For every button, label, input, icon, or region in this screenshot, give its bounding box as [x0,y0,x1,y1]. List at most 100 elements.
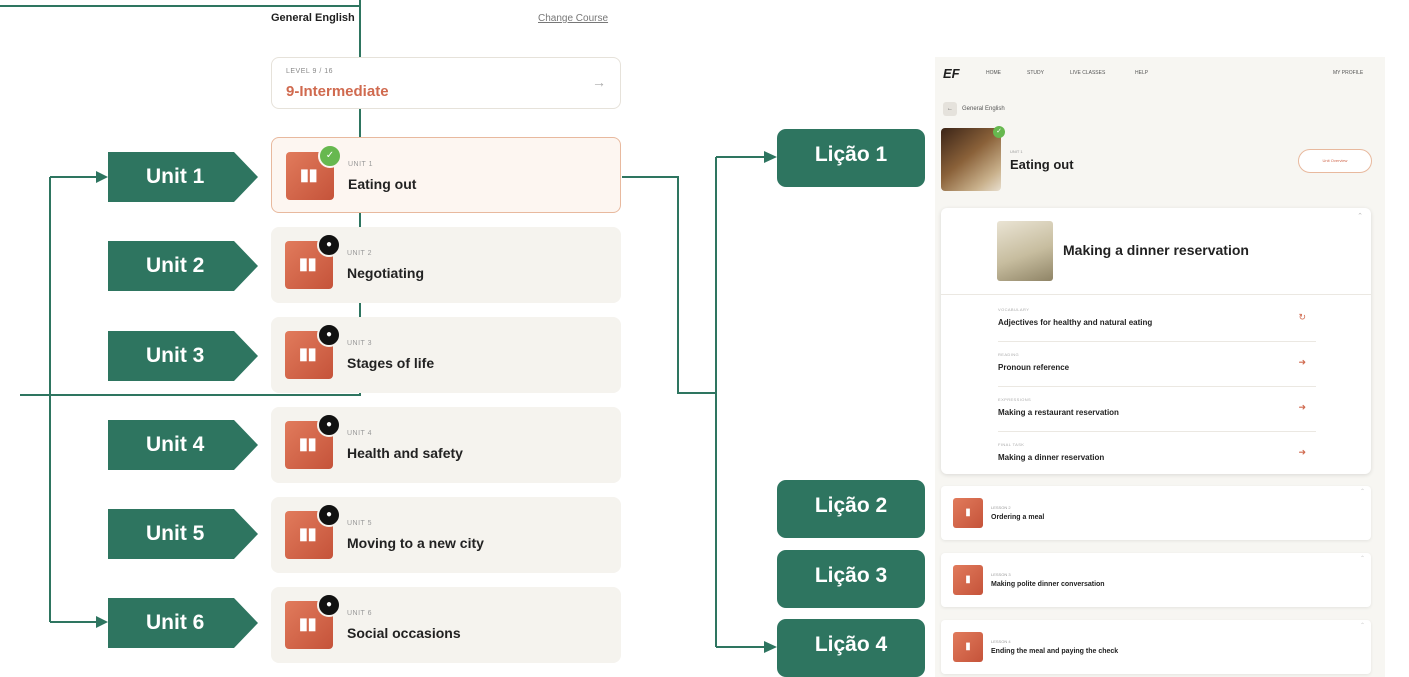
unit-thumbnail: ▮▮ ● [285,593,341,649]
lesson-thumbnail-icon: ▮ [953,565,983,595]
unit-label: UNIT 1 [348,161,374,168]
music-bars-icon: ▮▮ [299,616,317,633]
unit-label: UNIT 2 [347,250,373,257]
unit-tag-3: Unit 3 [108,331,258,381]
activity-title: Adjectives for healthy and natural eatin… [998,318,1153,327]
unit-thumbnail: ▮▮ ● [285,503,341,559]
activity-title: Making a dinner reservation [998,453,1105,462]
unit-tag-1: Unit 1 [108,152,258,202]
lesson-row-3[interactable]: ▮ LESSON 3 Making polite dinner conversa… [941,553,1371,607]
activity-title: Making a restaurant reservation [998,408,1119,417]
lesson-label: LESSON 3 [991,572,1011,577]
lesson-title: Ordering a meal [991,514,1045,521]
breadcrumb-label: General English [962,106,1005,112]
check-icon: ✓ [318,144,342,168]
music-bars-icon: ▮▮ [300,167,318,184]
level-card[interactable]: LEVEL 9 / 16 9-Intermediate → [271,57,621,109]
lock-icon: ● [317,413,341,437]
unit-label: UNIT 3 [347,340,373,347]
lesson-1-panel: Making a dinner reservation ⌃ VOCABULARY… [941,208,1371,474]
arrowhead-unit1 [96,171,108,183]
course-title: General English [271,12,355,24]
nav-live-classes[interactable]: LIVE CLASSES [1070,70,1105,76]
connector-unit1-to-lessons [622,176,716,394]
unit-card-5[interactable]: ▮▮ ● UNIT 5 Moving to a new city [271,497,621,573]
lesson-label: LESSON 4 [991,639,1011,644]
lesson-tag-4: Lição 4 [777,619,925,677]
lesson-thumbnail-icon: ▮ [953,498,983,528]
arrow-right-icon[interactable]: ➜ [1298,447,1306,458]
unit-label: UNIT 4 [347,430,373,437]
nav-home[interactable]: HOME [986,70,1001,76]
unit-tag-5: Unit 5 [108,509,258,559]
music-bars-icon: ▮▮ [299,256,317,273]
activity-row[interactable]: VOCABULARY Adjectives for healthy and na… [998,297,1316,342]
lock-icon: ● [317,593,341,617]
lock-icon: ● [317,233,341,257]
lesson-tag-2: Lição 2 [777,480,925,538]
lesson-title: Ending the meal and paying the check [991,648,1119,655]
music-bars-icon: ▮▮ [299,526,317,543]
back-arrow-icon[interactable]: ← [943,102,957,116]
activity-row[interactable]: EXPRESSIONS Making a restaurant reservat… [998,387,1316,432]
activity-label: EXPRESSIONS [998,397,1032,402]
unit-thumbnail: ▮▮ ● [285,233,341,289]
nav-my-profile[interactable]: MY PROFILE [1333,70,1363,76]
unit-label: UNIT 5 [347,520,373,527]
arrow-right-icon[interactable]: ➜ [1298,357,1306,368]
unit-title: Moving to a new city [347,535,484,551]
unit-tag-4: Unit 4 [108,420,258,470]
unit-title: Eating out [348,176,417,192]
lock-icon: ● [317,503,341,527]
level-name: 9-Intermediate [286,83,389,100]
panel-divider [941,294,1371,295]
nav-help[interactable]: HELP [1135,70,1148,76]
level-label: LEVEL 9 / 16 [286,68,333,75]
unit-title: Social occasions [347,625,461,641]
activity-label: READING [998,352,1020,357]
expand-icon[interactable]: ⌃ [1360,555,1365,562]
activity-row[interactable]: FINAL TASK Making a dinner reservation ➜ [998,432,1316,476]
expand-icon[interactable]: ⌃ [1360,622,1365,629]
restart-icon[interactable]: ↻ [1298,312,1306,323]
arrowhead-lesson4 [764,641,777,653]
lesson-thumbnail-icon: ▮ [953,632,983,662]
lesson-row-2[interactable]: ▮ LESSON 2 Ordering a meal ⌃ [941,486,1371,540]
unit-thumbnail: ▮▮ ● [285,413,341,469]
lesson-row-4[interactable]: ▮ LESSON 4 Ending the meal and paying th… [941,620,1371,674]
unit-card-4[interactable]: ▮▮ ● UNIT 4 Health and safety [271,407,621,483]
lesson-1-photo [997,221,1053,281]
expand-icon[interactable]: ⌃ [1360,488,1365,495]
arrowhead-lesson1 [764,151,777,163]
unit-card-3[interactable]: ▮▮ ● UNIT 3 Stages of life [271,317,621,393]
lock-icon: ● [317,323,341,347]
music-bars-icon: ▮▮ [299,346,317,363]
check-icon: ✓ [993,126,1005,138]
unit-card-2[interactable]: ▮▮ ● UNIT 2 Negotiating [271,227,621,303]
arrow-right-icon: → [592,74,606,90]
unit-title: Health and safety [347,445,463,461]
ef-logo[interactable]: EF [943,66,960,81]
arrow-right-icon[interactable]: ➜ [1298,402,1306,413]
music-bars-icon: ▮▮ [299,436,317,453]
activity-row[interactable]: READING Pronoun reference ➜ [998,342,1316,387]
unit-thumbnail: ▮▮ ● [285,323,341,379]
unit-label: UNIT 6 [347,610,373,617]
activity-label: VOCABULARY [998,307,1030,312]
breadcrumb[interactable]: ← General English [943,102,1005,116]
lesson-tag-3: Lição 3 [777,550,925,608]
lesson-title: Making polite dinner conversation [991,581,1105,588]
arrowhead-unit6 [96,616,108,628]
unit-card-1[interactable]: ▮▮ ✓ UNIT 1 Eating out [271,137,621,213]
collapse-icon[interactable]: ⌃ [1357,212,1363,220]
unit-title: Stages of life [347,355,435,371]
unit-card-6[interactable]: ▮▮ ● UNIT 6 Social occasions [271,587,621,663]
change-course-link[interactable]: Change Course [538,13,608,24]
activity-title: Pronoun reference [998,363,1070,372]
unit-tag-2: Unit 2 [108,241,258,291]
nav-study[interactable]: STUDY [1027,70,1044,76]
lesson-tag-1: Lição 1 [777,129,925,187]
unit-hero-photo: ✓ [941,126,1005,191]
unit-overview-button[interactable]: Unit Overview [1298,149,1372,173]
unit-title: Negotiating [347,265,424,281]
